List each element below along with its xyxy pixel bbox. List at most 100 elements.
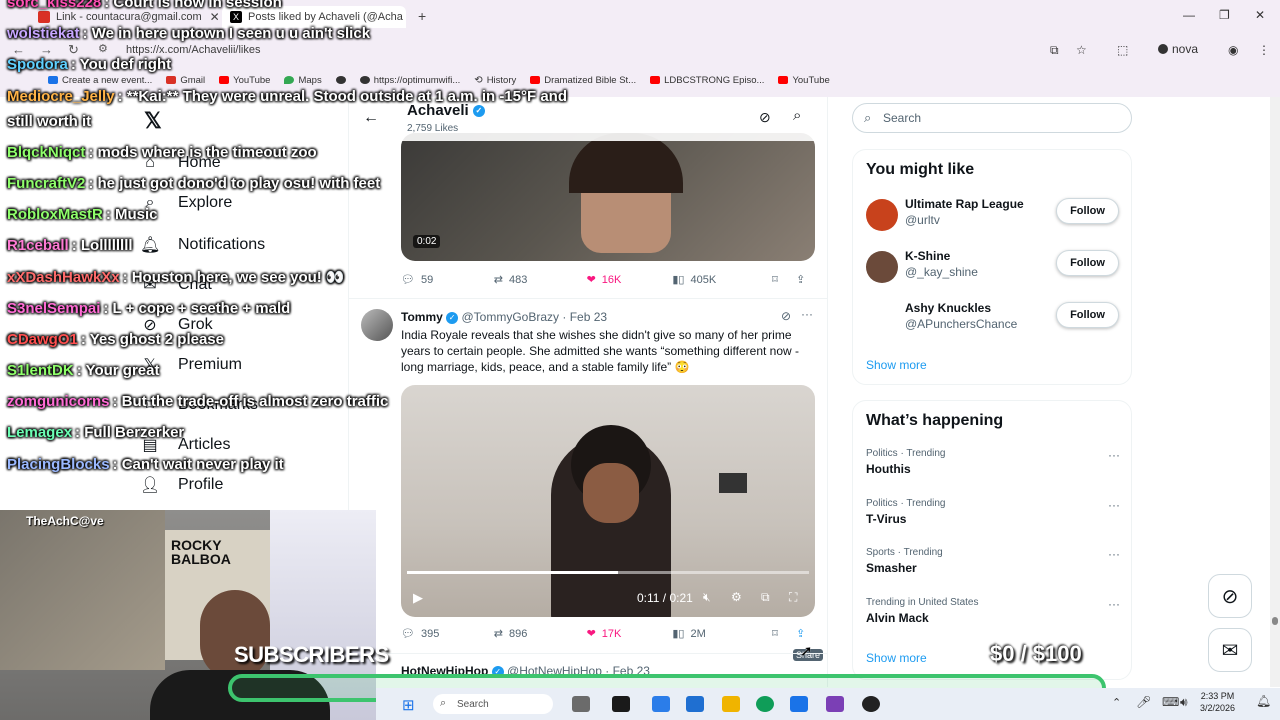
maximize-icon[interactable]: ❐	[1219, 8, 1230, 22]
app-icon[interactable]	[826, 696, 844, 712]
grok-fab-icon[interactable]: ⊘	[1208, 574, 1252, 618]
address-bar[interactable]: https://x.com/Achavelii/likes	[104, 40, 1024, 60]
settings-icon[interactable]: ⚙	[731, 590, 742, 604]
more-icon[interactable]: ···	[801, 307, 813, 321]
suggestion-item[interactable]: Ultimate Rap League @urltv Follow	[866, 197, 1128, 237]
x-logo-icon[interactable]: 𝕏	[144, 108, 162, 134]
follow-button[interactable]: Follow	[1056, 302, 1119, 328]
back-arrow-icon[interactable]: ←	[363, 109, 379, 127]
bookmark-item[interactable]: Create a new event...	[48, 75, 152, 86]
tab-gmail[interactable]: Link - countacura@gmail.com ✕	[30, 6, 218, 28]
play-icon[interactable]: ▶	[413, 590, 423, 606]
edge-icon[interactable]	[756, 696, 774, 712]
extensions-icon[interactable]: ⬚	[1117, 43, 1128, 57]
bookmark-button[interactable]: ⌑	[772, 273, 796, 286]
grok-icon[interactable]: ⊘	[759, 109, 771, 126]
volume-icon[interactable]: 🔊︎	[1180, 695, 1188, 710]
install-app-icon[interactable]: ⧉	[1050, 43, 1059, 58]
windows-start-icon[interactable]: ⊞	[402, 696, 415, 714]
search-icon[interactable]: ⌕	[793, 107, 801, 124]
app-icon[interactable]	[686, 696, 704, 712]
avatar[interactable]	[866, 251, 898, 283]
trend-item[interactable]: Trending in United States Alvin Mack ···	[866, 597, 1120, 637]
video-progress[interactable]	[407, 571, 809, 574]
minimize-icon[interactable]: —	[1183, 8, 1195, 22]
suggestion-name[interactable]: Ashy Knuckles	[905, 301, 991, 315]
task-view-icon[interactable]	[612, 696, 630, 712]
more-icon[interactable]: ···	[1108, 498, 1120, 512]
reload-icon[interactable]: ↻	[68, 42, 79, 58]
bookmark-item[interactable]: https://optimumwifi...	[359, 75, 460, 86]
views-button[interactable]: ▮▯ 405K	[672, 273, 772, 287]
nav-premium[interactable]: 𝕏 Premium	[140, 355, 242, 375]
nav-home[interactable]: ⌂ Home	[140, 154, 221, 172]
system-clock[interactable]: 2:33 PM 3/2/2026	[1200, 690, 1235, 714]
follow-button[interactable]: Follow	[1056, 250, 1119, 276]
nav-notifications[interactable]: 🔔︎ Notifications	[140, 235, 265, 255]
nav-articles[interactable]: ▤ Articles	[140, 435, 230, 455]
nav-profile[interactable]: 👤︎ Profile	[140, 475, 223, 495]
bookmark-item[interactable]: Gmail	[166, 75, 205, 86]
app-icon[interactable]	[862, 696, 880, 712]
more-icon[interactable]: ···	[1108, 597, 1120, 611]
trend-item[interactable]: Politics · Trending Houthis ···	[866, 448, 1120, 488]
avatar[interactable]	[866, 303, 898, 335]
nav-grok[interactable]: ⊘ Grok	[140, 315, 212, 335]
network-icon[interactable]: ⌨	[1162, 695, 1179, 709]
search-input[interactable]: ⌕ Search	[852, 103, 1132, 133]
pip-icon[interactable]: ⧉	[761, 590, 770, 605]
taskbar-search[interactable]: ⌕ Search	[433, 694, 553, 714]
profile-chip[interactable]: nova	[1158, 42, 1198, 56]
grok-icon[interactable]: ⊘	[781, 309, 791, 323]
notifications-icon[interactable]: 🔔︎	[1256, 694, 1271, 708]
mute-icon[interactable]: 🔇︎	[703, 590, 711, 605]
widgets-icon[interactable]	[572, 696, 590, 712]
reply-button[interactable]: 💬︎ 59	[401, 273, 494, 287]
views-button[interactable]: ▮▯ 2M	[672, 627, 772, 641]
follow-button[interactable]: Follow	[1056, 198, 1119, 224]
reply-button[interactable]: 💬︎ 395	[401, 627, 494, 641]
more-icon[interactable]: ···	[1108, 547, 1120, 561]
show-more-link[interactable]: Show more	[866, 651, 927, 665]
suggestion-item[interactable]: Ashy Knuckles @APunchersChance Follow	[866, 301, 1128, 341]
bookmark-item[interactable]: Maps	[284, 75, 322, 86]
repost-button[interactable]: ⇄ 896	[494, 627, 587, 641]
suggestion-item[interactable]: K-Shine @_kay_shine Follow	[866, 249, 1128, 289]
tweet-date[interactable]: · Feb 23	[562, 310, 607, 324]
avatar[interactable]	[361, 309, 393, 341]
bookmark-item[interactable]: LDBCSTRONG Episo...	[650, 75, 764, 86]
trend-item[interactable]: Politics · Trending T-Virus ···	[866, 498, 1120, 538]
bookmark-item[interactable]: YouTube	[219, 75, 270, 86]
trend-item[interactable]: Sports · Trending Smasher ···	[866, 547, 1120, 587]
mic-icon[interactable]: 🎤︎	[1136, 695, 1151, 709]
more-icon[interactable]: ···	[1108, 448, 1120, 462]
show-more-link[interactable]: Show more	[866, 358, 927, 372]
share-button[interactable]: ⇪	[796, 627, 816, 640]
avatar[interactable]	[866, 199, 898, 231]
nav-bookmarks[interactable]: ⌑ Bookmarks	[140, 395, 258, 415]
close-icon[interactable]: ✕	[210, 10, 218, 24]
account-icon[interactable]: ◉	[1228, 43, 1238, 57]
like-button[interactable]: ❤ 16K	[587, 273, 673, 287]
bookmark-item[interactable]	[335, 76, 346, 84]
bookmark-button[interactable]: ⌑	[772, 627, 796, 640]
like-button[interactable]: ❤ 17K	[587, 627, 673, 641]
menu-icon[interactable]: ⋮	[1258, 43, 1270, 57]
close-window-icon[interactable]: ✕	[1255, 8, 1265, 22]
scrollbar[interactable]	[1270, 97, 1280, 687]
app-icon[interactable]	[652, 696, 670, 712]
author-handle[interactable]: @TommyGoBrazy	[461, 310, 559, 324]
back-icon[interactable]: ←	[12, 42, 25, 57]
suggestion-name[interactable]: K-Shine	[905, 249, 950, 263]
share-button[interactable]: ⇪	[796, 273, 816, 286]
bookmark-star-icon[interactable]: ☆	[1076, 43, 1087, 57]
repost-button[interactable]: ⇄ 483	[494, 273, 587, 287]
nav-explore[interactable]: ⌕ Explore	[140, 194, 233, 212]
chevron-up-icon[interactable]: ⌃	[1112, 696, 1121, 709]
tweet-video[interactable]: ▶ 0:11 / 0:21 🔇︎ ⚙ ⧉ ⛶	[401, 385, 815, 617]
file-explorer-icon[interactable]	[722, 696, 740, 712]
fullscreen-icon[interactable]: ⛶	[789, 590, 797, 605]
nav-chat[interactable]: ✉ Chat	[140, 275, 212, 295]
tab-x-likes[interactable]: X Posts liked by Achaveli (@Acha ✕	[222, 6, 406, 28]
bookmark-item[interactable]: ⟲ History	[474, 75, 516, 86]
